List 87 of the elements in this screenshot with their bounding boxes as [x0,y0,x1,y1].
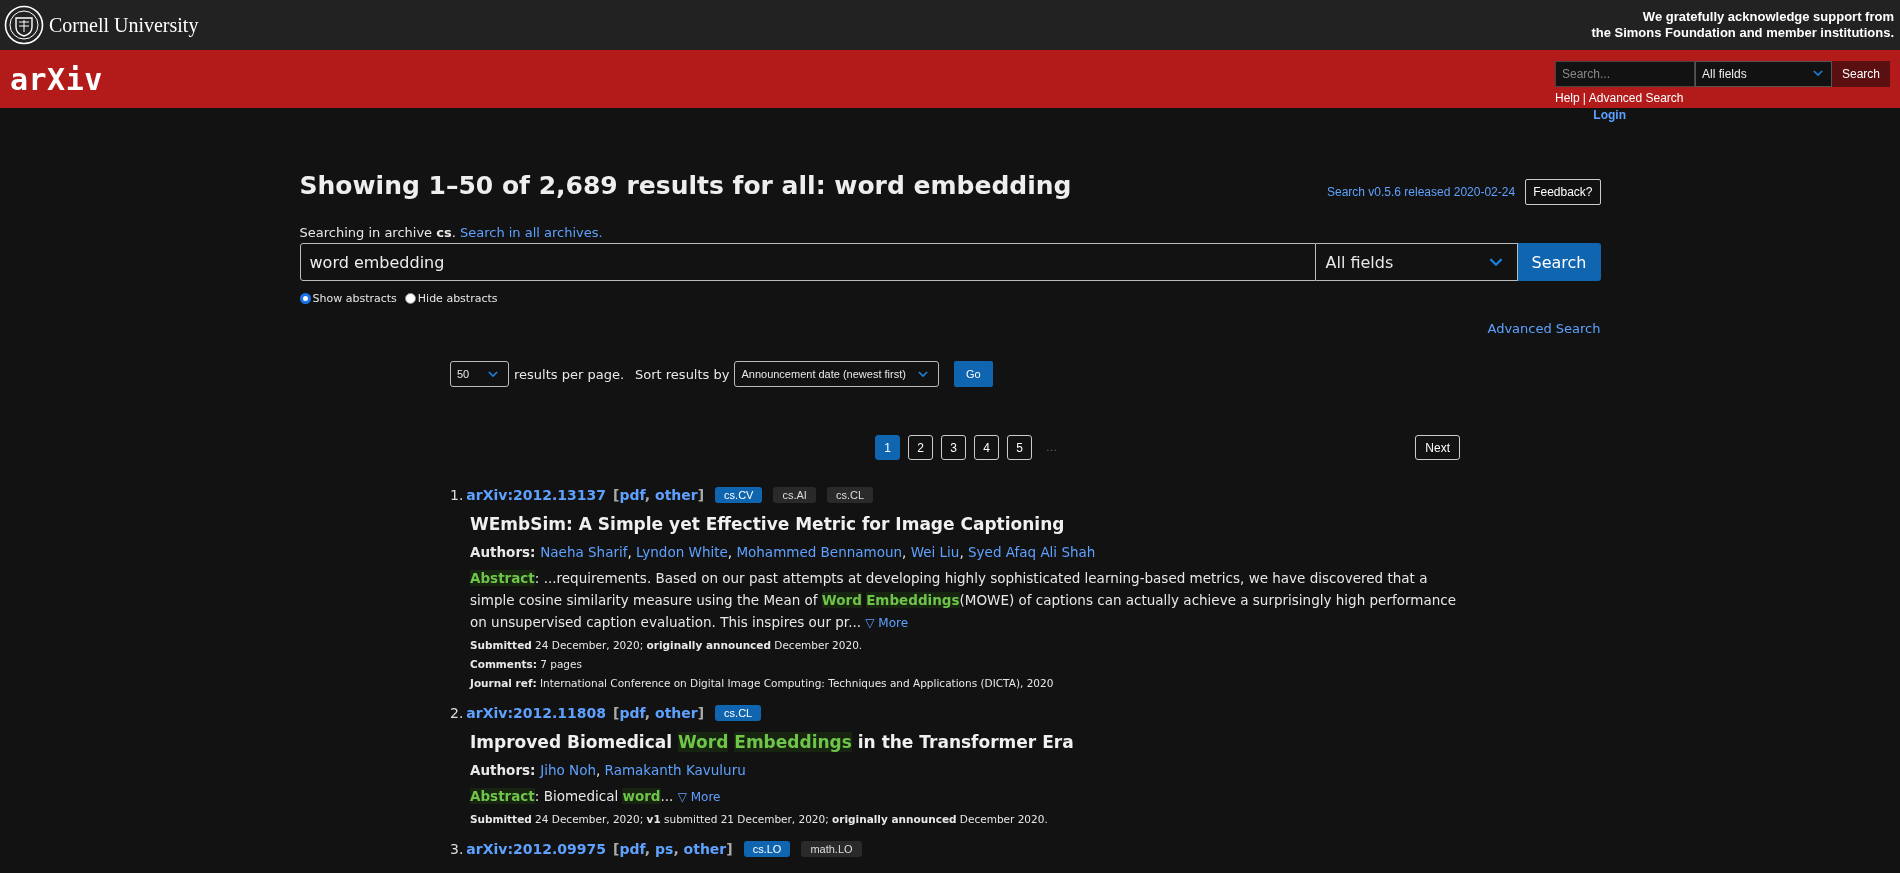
search-button[interactable]: Search [1517,243,1601,281]
sort-label: Sort results by [635,366,730,382]
author-link[interactable]: Jiho Noh [540,762,596,778]
university-seal-icon [4,5,44,45]
author-link[interactable]: Lyndon White [636,544,728,560]
search-button[interactable]: Search [1831,60,1890,87]
chevron-down-icon [1812,70,1823,77]
ellipsis-text: … [1046,441,1057,454]
format-links: [pdf, other] [613,487,705,503]
category-tag: cs.CL [826,487,874,503]
more-link[interactable]: ▽ More [677,790,721,804]
results-heading: Showing 1–50 of 2,689 results for all: word embedding [299,170,1072,200]
university-name[interactable]: Cornell University [49,13,199,37]
format-link[interactable]: pdf [619,487,645,503]
login-link[interactable]: Login [1593,108,1626,125]
header-link[interactable]: Help [1554,90,1580,105]
format-link[interactable]: other [683,841,727,857]
metadata-text: Comments: 7 pages [470,657,583,672]
author-link[interactable]: Syed Afaq Ali Shah [968,544,1096,560]
format-link[interactable]: other [655,487,698,503]
format-links: [pdf, other] [613,705,705,721]
arxiv-id-link[interactable]: arXiv:2012.11808 [466,705,607,721]
sort-select[interactable]: Announcement date (newest first) [734,361,939,387]
chevron-down-icon [917,370,928,378]
page-link[interactable]: 4 [974,435,999,460]
author-link[interactable]: Mohammed Bennamoun [736,544,903,560]
author-link[interactable]: Naeha Sharif [540,544,628,560]
support-text: the Simons Foundation and member institutions. [1591,25,1894,41]
paper-title[interactable]: WEmbSim: A Simple yet Effective Metric for Image Captioning [470,514,1460,534]
feedback-button[interactable]: Feedback? [1525,179,1601,205]
search-field[interactable]: word embedding [299,243,1316,281]
result-number: 1. [450,487,464,503]
archive-text: Searching in archive cs. Search in all archives. [299,225,604,240]
next-button[interactable]: Next [1415,435,1460,460]
highlighted-text: word [622,788,661,804]
header-link[interactable]: Advanced Search [1588,90,1684,105]
result-number: 3. [450,841,464,857]
radio-option[interactable]: Show abstracts [299,292,397,305]
highlighted-text: Word [677,732,729,752]
arxiv-id-link[interactable]: arXiv:2012.13137 [466,487,607,503]
per-page-label: results per page. [514,366,624,382]
format-link[interactable]: ps [655,841,674,857]
all-archives-link[interactable]: Search in all archives. [459,225,603,240]
authors-line: Authors: Naeha Sharif, Lyndon White, Mohammed Bennamoun, Wei Liu, Syed Afaq Ali Shah [470,544,1097,560]
highlighted-text: Embeddings [734,732,852,752]
separator-text: | [1582,90,1586,105]
format-link[interactable]: other [655,705,698,721]
highlighted-text: Abstract [470,570,535,586]
arxiv-logo[interactable]: arXiv [10,61,103,97]
chevron-down-icon [1488,257,1503,267]
author-link[interactable]: Ramakanth Kavuluru [604,762,746,778]
support-text: We gratefully acknowledge support from [1641,9,1894,25]
metadata-text: Submitted 24 December, 2020; originally announced December 2020. [470,638,864,653]
abstract-text: Abstract: ...requirements. Based on our past attempts at developing highly sophisticated learning-based metrics, we have discovered that a simple cosine similarity measure using the Mean of Word Embeddings(MOWE) of captions can actually achieve a surprisingly high performance on unsupervised caption evaluation. This inspires our pr... ▽ More [470,569,1457,632]
field-select[interactable]: All fields [1694,60,1832,87]
author-link[interactable]: Wei Liu [910,544,960,560]
format-links: [pdf, ps, other] [613,841,733,857]
highlighted-text: Embeddings [866,592,960,608]
chevron-down-icon [488,370,498,378]
per-page-select[interactable]: 50 [450,361,509,387]
category-tag: math.LO [801,841,862,857]
page-link[interactable]: 5 [1007,435,1032,460]
page-link[interactable]: 2 [908,435,933,460]
metadata-text: Journal ref: International Conference on Digital Image Computing: Techniques and Applications (DICTA), 2020 [470,676,1055,691]
go-button[interactable]: Go [953,361,993,387]
advanced-search-link[interactable]: Advanced Search [1487,321,1601,336]
page-link[interactable]: 3 [941,435,966,460]
metadata-text: Submitted 24 December, 2020; v1 submitted 21 December, 2020; originally announced December 2020. [470,812,1049,827]
highlighted-text: Word [821,592,862,608]
format-link[interactable]: pdf [619,841,645,857]
category-tag: cs.CL [715,705,762,721]
field-select[interactable]: All fields [1315,243,1518,281]
abstract-text: Abstract: Biomedical word... ▽ More [470,787,722,806]
format-link[interactable]: pdf [619,705,645,721]
category-tag: cs.LO [743,841,791,857]
category-tag: cs.CV [715,487,763,503]
page-link[interactable]: 1 [875,435,900,460]
more-link[interactable]: ▽ More [865,616,909,630]
search-field[interactable]: Search... [1554,60,1695,87]
authors-line: Authors: Jiho Noh, Ramakanth Kavuluru [470,762,747,778]
arxiv-id-link[interactable]: arXiv:2012.09975 [466,841,607,857]
version-link[interactable]: Search v0.5.6 released 2020-02-24 [1327,185,1516,199]
highlighted-text: Abstract [470,788,535,804]
radio-option[interactable]: Hide abstracts [404,292,498,305]
result-number: 2. [450,705,464,721]
category-tag: cs.AI [773,487,816,503]
paper-title[interactable]: Improved Biomedical Word Embeddings in the Transformer Era [470,732,1460,752]
